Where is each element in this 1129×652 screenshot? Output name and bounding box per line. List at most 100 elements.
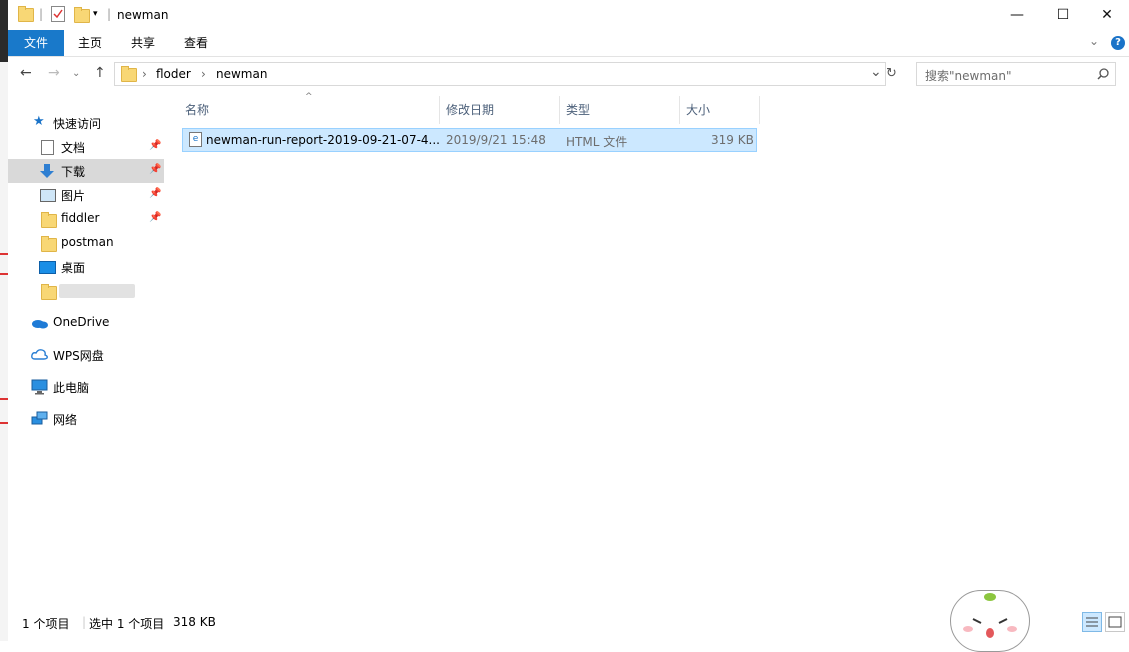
ribbon-tabs: 文件 主页 共享 查看 ⌄ ? (8, 30, 1129, 57)
column-header-name[interactable]: 名称 (185, 96, 209, 124)
column-header-modified[interactable]: 修改日期 (446, 96, 494, 124)
background-red-mark (0, 273, 8, 275)
sidebar-item-this-pc[interactable]: 此电脑 (8, 375, 164, 399)
star-icon: ★ (33, 114, 45, 129)
column-separator[interactable] (759, 96, 760, 124)
tab-file[interactable]: 文件 (8, 30, 64, 56)
file-list: ^ 名称 修改日期 类型 大小 e newman-run-report-2019… (178, 92, 1128, 594)
background-dark-area (0, 0, 8, 62)
download-icon (40, 164, 54, 178)
column-separator[interactable] (439, 96, 440, 124)
separator: | (107, 7, 112, 21)
details-view-button[interactable] (1082, 612, 1102, 632)
folder-icon (41, 236, 57, 252)
sidebar-item-onedrive[interactable]: OneDrive (8, 311, 164, 335)
folder-icon (18, 6, 34, 22)
column-separator[interactable] (559, 96, 560, 124)
search-icon[interactable] (1097, 68, 1109, 80)
back-button[interactable]: ← (20, 65, 32, 81)
tab-share[interactable]: 共享 (121, 30, 165, 56)
properties-icon[interactable] (51, 6, 65, 22)
sidebar-item-pictures[interactable]: 图片 📌 (8, 183, 164, 207)
forward-button[interactable]: → (48, 65, 60, 81)
sidebar-item-label: 图片 (61, 189, 86, 203)
pin-icon[interactable]: 📌 (149, 212, 161, 223)
refresh-button[interactable]: ↻ (886, 66, 897, 81)
onedrive-icon (32, 320, 48, 329)
search-box[interactable]: 搜索"newman" (916, 62, 1116, 86)
sidebar-item-fiddler[interactable]: fiddler 📌 (8, 207, 164, 231)
table-row[interactable]: e newman-run-report-2019-09-21-07-4... 2… (182, 128, 757, 152)
navigation-pane: ★ 快速访问 文档 📌 下载 📌 图片 📌 fiddler 📌 postman … (8, 100, 166, 600)
sidebar-item-downloads[interactable]: 下载 📌 (8, 159, 164, 183)
document-icon (41, 140, 54, 155)
sidebar-item-label: OneDrive (53, 315, 110, 329)
large-icons-view-button[interactable] (1105, 612, 1125, 632)
item-count: 1 个项目 (22, 617, 70, 631)
background-red-mark (0, 398, 8, 400)
sidebar-item-label: 快速访问 (53, 117, 102, 131)
mascot-face-icon (963, 593, 1017, 638)
file-type: HTML 文件 (566, 135, 628, 149)
background-red-mark (0, 422, 8, 424)
selected-size: 318 KB (173, 615, 216, 629)
computer-icon (31, 379, 48, 395)
new-folder-icon[interactable] (74, 7, 90, 23)
column-separator[interactable] (679, 96, 680, 124)
sidebar-item-label: 桌面 (61, 261, 86, 275)
recent-locations-icon[interactable]: ⌄ (72, 68, 80, 79)
pin-icon[interactable]: 📌 (149, 164, 161, 175)
window-title: newman (117, 8, 169, 22)
breadcrumb-separator: › (142, 67, 147, 81)
sidebar-item-label: WPS网盘 (53, 349, 104, 363)
mascot-sticker (950, 590, 1030, 652)
search-input-placeholder: 搜索"newman" (925, 69, 1012, 83)
navigation-bar: ← → ⌄ ↑ › floder › newman ⌄ ↻ 搜索"newman" (8, 60, 1129, 88)
redacted-label (59, 284, 135, 298)
sidebar-item-label: 文档 (61, 141, 86, 155)
maximize-button[interactable]: ☐ (1040, 0, 1086, 30)
pin-icon[interactable]: 📌 (149, 140, 161, 151)
sidebar-item-label: 此电脑 (53, 381, 90, 395)
address-dropdown-icon[interactable]: ⌄ (870, 64, 882, 80)
breadcrumb-floder[interactable]: floder (156, 67, 191, 81)
sidebar-item-desktop[interactable]: 桌面 (8, 255, 164, 279)
background-red-mark (0, 253, 8, 255)
close-button[interactable]: ✕ (1084, 0, 1129, 30)
file-explorer-window: | ▾ | newman — ☐ ✕ 文件 主页 共享 查看 ⌄ ? ← → ⌄… (8, 0, 1129, 641)
file-size: 319 KB (711, 133, 754, 147)
network-icon (31, 411, 48, 425)
tab-home[interactable]: 主页 (68, 30, 112, 56)
tab-view[interactable]: 查看 (174, 30, 218, 56)
folder-icon (41, 212, 57, 228)
customize-quick-access-icon[interactable]: ▾ (93, 9, 98, 19)
status-separator: | (82, 615, 87, 629)
address-bar[interactable]: › floder › newman ⌄ (114, 62, 886, 86)
background-window-strip (0, 0, 8, 641)
sidebar-item-label: 下载 (61, 165, 86, 179)
desktop-icon (39, 261, 56, 274)
breadcrumb-separator: › (201, 67, 206, 81)
minimize-button[interactable]: — (994, 0, 1040, 30)
wps-cloud-icon (31, 349, 48, 360)
title-bar: | ▾ | newman — ☐ ✕ (8, 0, 1129, 30)
sidebar-item-wps-cloud[interactable]: WPS网盘 (8, 343, 164, 367)
sidebar-item-redacted-folder[interactable] (8, 279, 164, 303)
html-file-icon: e (189, 132, 202, 147)
large-icons-view-icon (1108, 616, 1122, 628)
folder-icon (121, 66, 137, 82)
help-icon[interactable]: ? (1111, 36, 1125, 50)
column-header-size[interactable]: 大小 (686, 96, 710, 124)
pin-icon[interactable]: 📌 (149, 188, 161, 199)
sidebar-item-label: 网络 (53, 413, 78, 427)
up-button[interactable]: ↑ (94, 65, 106, 81)
breadcrumb-newman[interactable]: newman (216, 67, 267, 81)
sidebar-item-network[interactable]: 网络 (8, 407, 164, 431)
sort-ascending-icon: ^ (305, 92, 313, 102)
sidebar-item-documents[interactable]: 文档 📌 (8, 135, 164, 159)
sidebar-item-postman[interactable]: postman (8, 231, 164, 255)
sidebar-item-quick-access[interactable]: ★ 快速访问 (8, 111, 164, 135)
expand-ribbon-icon[interactable]: ⌄ (1089, 34, 1099, 48)
sidebar-item-label: fiddler (61, 211, 100, 225)
column-header-type[interactable]: 类型 (566, 96, 590, 124)
